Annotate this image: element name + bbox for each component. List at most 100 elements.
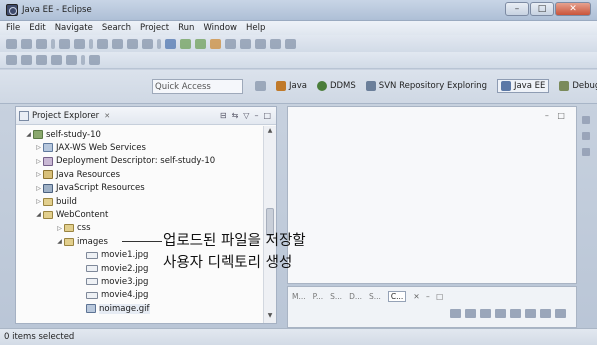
forward-icon[interactable] bbox=[51, 55, 62, 65]
perspective-java[interactable]: Java bbox=[276, 81, 307, 91]
perspective-svn[interactable]: SVN Repository Exploring bbox=[365, 81, 487, 91]
word-wrap-icon[interactable] bbox=[510, 309, 521, 318]
tab-console[interactable]: C... bbox=[387, 291, 407, 302]
remove-launch-icon[interactable] bbox=[465, 309, 476, 318]
task-list-icon[interactable] bbox=[582, 132, 590, 140]
close-button[interactable]: ✕ bbox=[555, 2, 591, 16]
open-type-icon[interactable] bbox=[255, 38, 266, 49]
menu-run[interactable]: Run bbox=[178, 23, 194, 33]
annotation-leader-line bbox=[122, 241, 162, 242]
tree-item[interactable]: ▷ css bbox=[56, 223, 90, 234]
tree-item[interactable]: noimage.gif bbox=[78, 303, 150, 314]
collapsed-arrow-icon[interactable]: ▷ bbox=[35, 171, 42, 178]
task-icon[interactable] bbox=[142, 38, 153, 49]
terminate-icon[interactable] bbox=[450, 309, 461, 318]
collapse-all-icon[interactable]: ⊟ bbox=[220, 111, 227, 120]
tree-item[interactable]: ◢ self-study-10 bbox=[25, 129, 101, 140]
vertical-scrollbar[interactable]: ▲ ▼ bbox=[263, 126, 276, 323]
tree-item[interactable]: ▷ JAX-WS Web Services bbox=[35, 142, 146, 153]
tree-item[interactable]: movie3.jpg bbox=[78, 276, 148, 287]
tab-markers[interactable]: M... bbox=[292, 292, 306, 301]
link-editor-icon[interactable]: ⇆ bbox=[232, 111, 239, 120]
maximize-view-icon[interactable]: □ bbox=[263, 111, 271, 120]
palette-icon[interactable] bbox=[582, 148, 590, 156]
external-tools-icon[interactable] bbox=[210, 38, 221, 49]
scroll-down-icon[interactable]: ▼ bbox=[264, 312, 276, 322]
run-icon[interactable] bbox=[180, 38, 191, 49]
pin-console-icon[interactable] bbox=[525, 309, 536, 318]
new-icon[interactable] bbox=[6, 38, 17, 49]
collapsed-arrow-icon[interactable]: ▷ bbox=[35, 198, 42, 205]
editor-area[interactable]: – □ bbox=[287, 106, 577, 284]
print-icon[interactable] bbox=[59, 38, 70, 49]
maximize-button[interactable]: □ bbox=[530, 2, 554, 16]
expanded-arrow-icon[interactable]: ◢ bbox=[35, 211, 42, 218]
menu-navigate[interactable]: Navigate bbox=[55, 23, 93, 33]
search-icon[interactable] bbox=[285, 38, 296, 49]
scroll-lock-icon[interactable] bbox=[495, 309, 506, 318]
tab-data-source[interactable]: D... bbox=[349, 292, 362, 301]
save-icon[interactable] bbox=[21, 38, 32, 49]
last-edit-icon[interactable] bbox=[66, 55, 77, 65]
editor-controls[interactable]: – □ bbox=[545, 111, 568, 120]
next-annotation-icon[interactable] bbox=[6, 55, 17, 65]
scroll-up-icon[interactable]: ▲ bbox=[264, 127, 276, 137]
previous-annotation-icon[interactable] bbox=[21, 55, 32, 65]
tree-item[interactable]: ◢ images bbox=[56, 236, 108, 247]
tree-item[interactable]: ▷ Deployment Descriptor: self-study-10 bbox=[35, 156, 215, 167]
tab-properties[interactable]: P... bbox=[313, 292, 324, 301]
expanded-arrow-icon[interactable]: ◢ bbox=[25, 131, 32, 138]
tree-item[interactable]: ▷ build bbox=[35, 196, 77, 207]
menu-edit[interactable]: Edit bbox=[29, 23, 45, 33]
tree-item[interactable]: ◢ WebContent bbox=[35, 209, 108, 220]
tree-item[interactable]: ▷ JavaScript Resources bbox=[35, 183, 145, 194]
menu-file[interactable]: File bbox=[6, 23, 20, 33]
debug-icon[interactable] bbox=[165, 38, 176, 49]
minimize-button[interactable]: – bbox=[505, 2, 529, 16]
remove-all-icon[interactable] bbox=[480, 309, 491, 318]
panel-controls[interactable]: ✕ – □ bbox=[413, 292, 445, 301]
menu-project[interactable]: Project bbox=[140, 23, 169, 33]
pin-editor-icon[interactable] bbox=[89, 55, 100, 65]
open-perspective-icon[interactable] bbox=[255, 81, 266, 91]
toolbar-separator bbox=[157, 38, 161, 49]
menu-search[interactable]: Search bbox=[102, 23, 131, 33]
back-icon[interactable] bbox=[36, 55, 47, 65]
terminal-icon[interactable] bbox=[127, 38, 138, 49]
tab-servers[interactable]: S... bbox=[330, 292, 342, 301]
minimize-view-icon[interactable]: – bbox=[254, 111, 258, 120]
open-console-icon[interactable] bbox=[555, 309, 566, 318]
save-all-icon[interactable] bbox=[36, 38, 47, 49]
project-icon bbox=[33, 130, 43, 139]
server-icon[interactable] bbox=[74, 38, 85, 49]
display-console-icon[interactable] bbox=[540, 309, 551, 318]
run-server-icon[interactable] bbox=[195, 38, 206, 49]
tree-item-label: self-study-10 bbox=[46, 129, 101, 140]
quick-access-input[interactable]: Quick Access bbox=[152, 79, 243, 94]
tab-snippets[interactable]: S... bbox=[369, 292, 381, 301]
menu-window[interactable]: Window bbox=[203, 23, 237, 33]
perspective-ddms[interactable]: DDMS bbox=[316, 81, 356, 91]
collapsed-arrow-icon[interactable]: ▷ bbox=[35, 158, 42, 165]
collapsed-arrow-icon[interactable]: ▷ bbox=[35, 144, 42, 151]
close-icon[interactable]: ✕ bbox=[104, 112, 110, 120]
menu-help[interactable]: Help bbox=[246, 23, 265, 33]
new-class-icon[interactable] bbox=[225, 38, 236, 49]
expanded-arrow-icon[interactable]: ◢ bbox=[56, 238, 63, 245]
collapsed-arrow-icon[interactable]: ▷ bbox=[56, 225, 63, 232]
java-ee-perspective-icon bbox=[500, 81, 511, 91]
view-menu-icon[interactable]: ▽ bbox=[243, 111, 249, 120]
outline-icon[interactable] bbox=[582, 116, 590, 124]
tree-item[interactable]: movie1.jpg bbox=[78, 250, 148, 261]
build-icon[interactable] bbox=[97, 38, 108, 49]
project-explorer-tab[interactable]: Project Explorer ✕ ⊟ ⇆ ▽ – □ bbox=[16, 107, 276, 125]
open-task-icon[interactable] bbox=[270, 38, 281, 49]
tree-item[interactable]: movie2.jpg bbox=[78, 263, 148, 274]
tree-item[interactable]: movie4.jpg bbox=[78, 290, 148, 301]
perspective-java-ee[interactable]: Java EE bbox=[496, 79, 550, 93]
console-icon[interactable] bbox=[112, 38, 123, 49]
perspective-debug[interactable]: Debug bbox=[559, 81, 597, 91]
tree-item[interactable]: ▷ Java Resources bbox=[35, 169, 120, 180]
collapsed-arrow-icon[interactable]: ▷ bbox=[35, 185, 42, 192]
new-package-icon[interactable] bbox=[240, 38, 251, 49]
